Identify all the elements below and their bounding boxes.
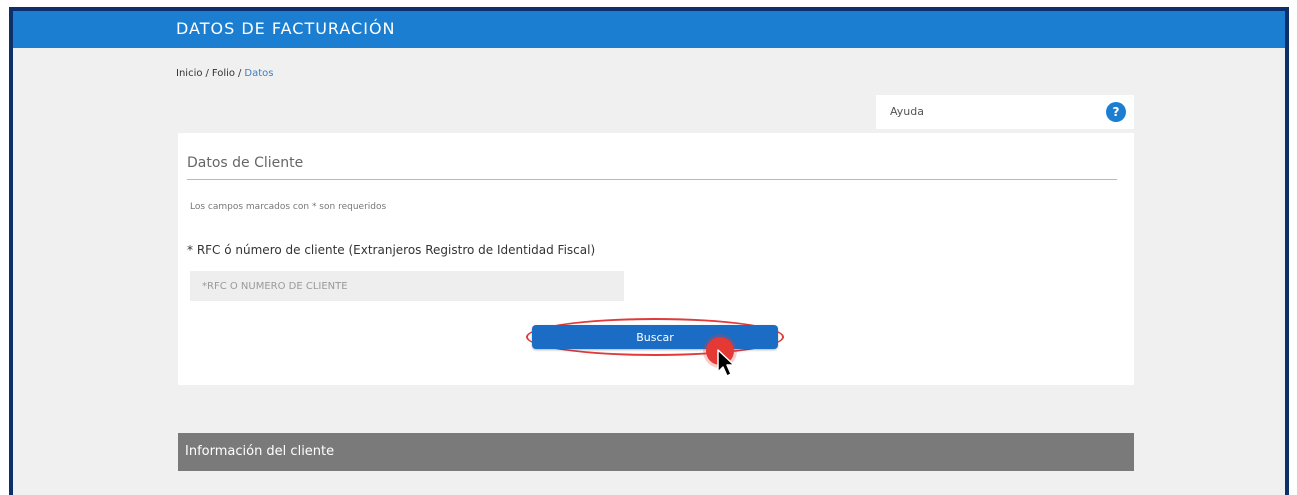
- help-label: Ayuda: [890, 105, 924, 118]
- mouse-cursor-icon: [717, 349, 735, 377]
- page-title: DATOS DE FACTURACIÓN: [176, 19, 396, 38]
- client-data-card: Datos de Cliente Los campos marcados con…: [178, 133, 1134, 385]
- breadcrumb: Inicio / Folio / Datos: [176, 68, 274, 79]
- rfc-field-label: * RFC ó número de cliente (Extranjeros R…: [187, 243, 596, 257]
- browser-viewport: DATOS DE FACTURACIÓN Inicio / Folio / Datos …: [9, 7, 1289, 495]
- rfc-input[interactable]: [190, 271, 624, 301]
- help-question-icon[interactable]: ?: [1106, 102, 1126, 122]
- client-info-section-header[interactable]: Información del cliente: [178, 433, 1134, 471]
- search-button[interactable]: Buscar: [532, 325, 778, 349]
- breadcrumb-item-datos: Datos: [244, 68, 274, 79]
- search-button-wrapper: Buscar: [526, 318, 786, 358]
- top-header-bar: DATOS DE FACTURACIÓN: [13, 11, 1285, 48]
- breadcrumb-item-folio[interactable]: Folio: [212, 68, 235, 79]
- section-divider: [187, 179, 1117, 180]
- client-data-title: Datos de Cliente: [187, 155, 304, 171]
- breadcrumb-separator: /: [205, 68, 209, 79]
- screenshot-frame: DATOS DE FACTURACIÓN Inicio / Folio / Datos …: [0, 0, 1297, 495]
- required-fields-note: Los campos marcados con * son requeridos: [190, 202, 387, 212]
- help-box[interactable]: Ayuda ?: [876, 95, 1134, 129]
- breadcrumb-item-inicio[interactable]: Inicio: [176, 68, 202, 79]
- breadcrumb-separator: /: [238, 68, 242, 79]
- client-info-title: Información del cliente: [185, 444, 335, 459]
